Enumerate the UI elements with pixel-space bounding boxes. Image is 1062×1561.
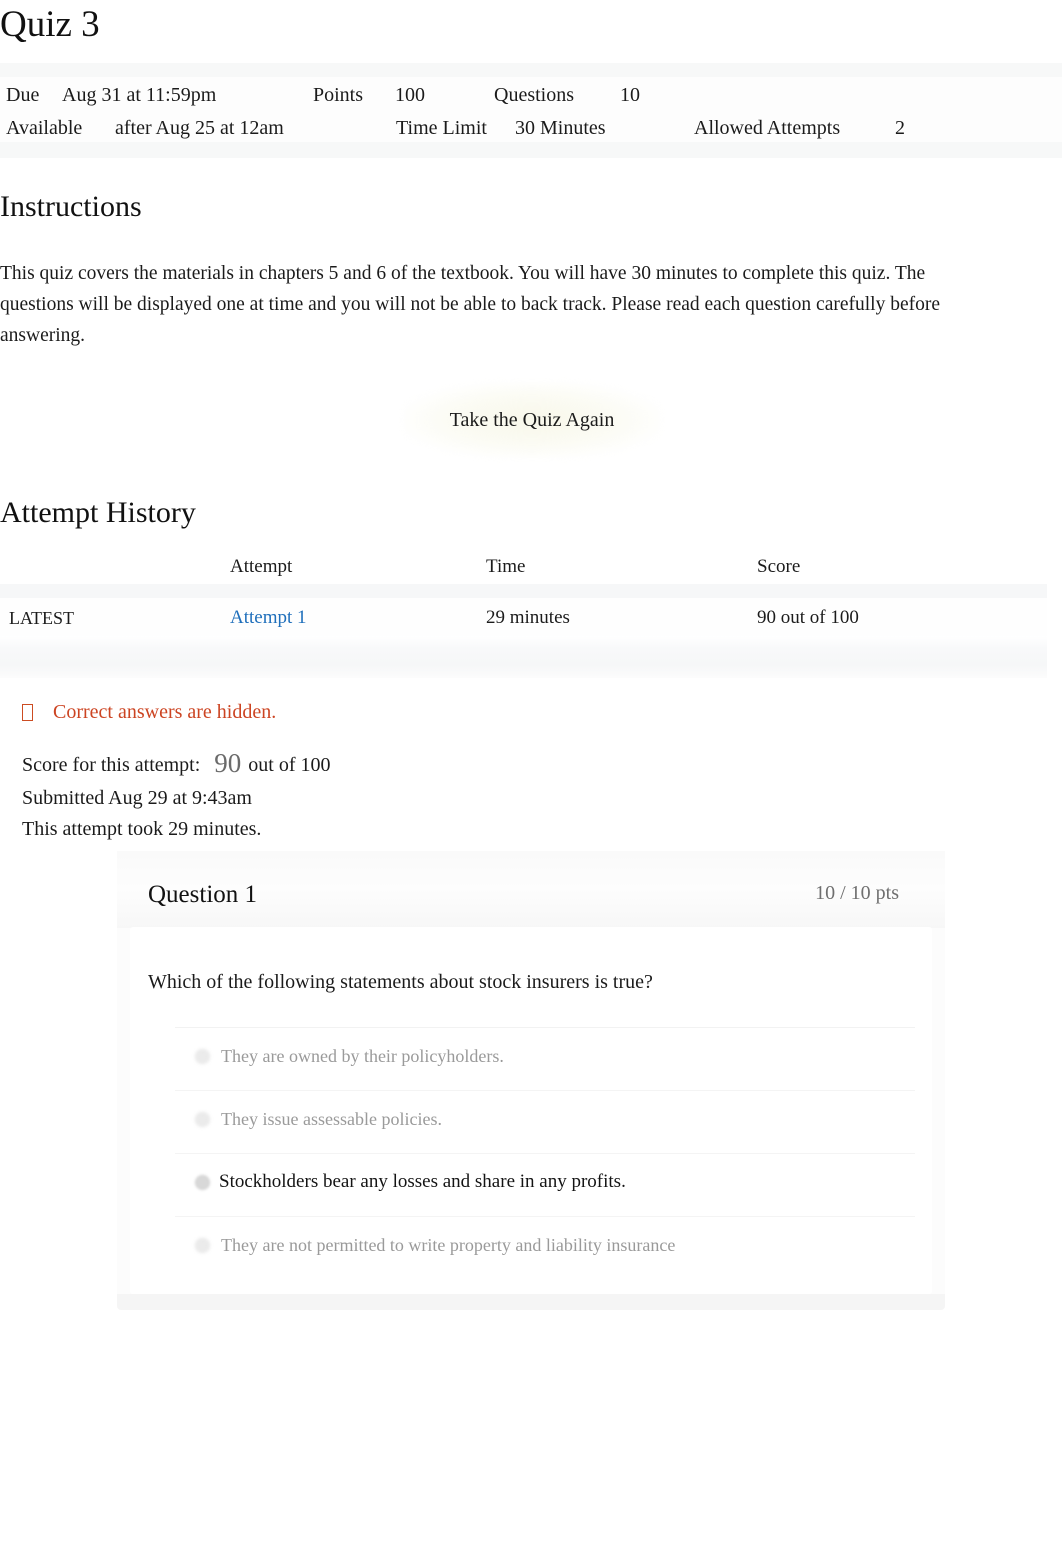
detail-row-available: Available after Aug 25 at 12am Time Limi… [0,112,1062,144]
attempt-1-link[interactable]: Attempt 1 [230,607,307,628]
answer-option-2[interactable]: They issue assessable policies. [175,1090,915,1153]
quiz-details: Due Aug 31 at 11:59pm Points 100 Questio… [0,77,1062,142]
table-row-band [0,584,1047,598]
score-line: Score for this attempt: 90 out of 100 [22,748,331,780]
detail-row-due: Due Aug 31 at 11:59pm Points 100 Questio… [0,79,1062,111]
attempt-history-table: Attempt Time Score LATEST Attempt 1 29 m… [0,550,1047,678]
attempt-score: 90 out of 100 [757,607,859,628]
attempt-time: 29 minutes [486,607,570,628]
page-title: Quiz 3 [0,4,100,45]
time-limit-label: Time Limit [396,117,487,139]
score-value: 90 [214,748,242,778]
attempt-duration: This attempt took 29 minutes. [22,818,262,840]
table-row: LATEST Attempt 1 29 minutes 90 out of 10… [0,598,1047,636]
table-footer-band [0,636,1047,678]
due-label: Due [6,84,40,106]
question-prompt: Which of the following statements about … [148,971,653,993]
take-quiz-again-button[interactable]: Take the Quiz Again [412,400,652,440]
answer-option-label: They are not permitted to write property… [221,1235,676,1255]
latest-badge: LATEST [9,608,74,628]
radio-icon[interactable] [195,1238,210,1253]
question-card-footer [117,1294,945,1310]
score-out-of: out of 100 [248,754,331,776]
status-badge: Correct answers are hidden. [22,698,276,726]
question-card: Question 1 10 / 10 pts Which of the foll… [117,851,945,1310]
hidden-answers-text: Correct answers are hidden. [53,701,277,723]
allowed-attempts-label: Allowed Attempts [694,117,841,139]
attempt-history-heading: Attempt History [0,496,196,529]
answer-option-3[interactable]: Stockholders bear any losses and share i… [175,1153,915,1216]
instructions-heading: Instructions [0,190,142,223]
radio-icon[interactable] [195,1112,210,1127]
answer-option-1[interactable]: They are owned by their policyholders. [175,1027,915,1090]
score-label: Score for this attempt: [22,754,201,776]
question-points: 10 / 10 pts [815,882,899,904]
attempt-cell: Attempt 1 [230,601,307,635]
question-body: Which of the following statements about … [130,927,932,1294]
available-label: Available [6,117,83,139]
available-value: after Aug 25 at 12am [115,117,284,139]
submitted-timestamp: Submitted Aug 29 at 9:43am [22,787,252,809]
due-value: Aug 31 at 11:59pm [62,84,217,106]
answer-option-label: Stockholders bear any losses and share i… [219,1171,626,1192]
time-limit-value: 30 Minutes [515,117,606,139]
questions-value: 10 [620,84,640,106]
questions-label: Questions [494,84,574,106]
table-header-row: Attempt Time Score [0,550,1047,584]
allowed-attempts-value: 2 [895,117,905,139]
take-quiz-again-wrapper: Take the Quiz Again [403,382,661,458]
question-title: Question 1 [148,881,258,908]
column-header-score: Score [757,556,801,577]
question-header: Question 1 10 / 10 pts [117,851,945,928]
answer-option-label: They are owned by their policyholders. [221,1046,504,1066]
points-value: 100 [395,84,425,106]
radio-icon-selected[interactable] [195,1175,210,1190]
column-header-attempt: Attempt [230,556,293,577]
answer-list: They are owned by their policyholders. T… [175,1027,915,1279]
detail-band-top [0,63,1062,77]
instructions-body: This quiz covers the materials in chapte… [0,263,941,346]
warning-box-icon [22,704,33,721]
column-header-time: Time [486,556,526,577]
answer-option-label: They issue assessable policies. [221,1109,442,1129]
detail-band-bottom [0,142,1062,158]
answer-option-4[interactable]: They are not permitted to write property… [175,1216,915,1279]
radio-icon[interactable] [195,1049,210,1064]
points-label: Points [313,84,364,106]
